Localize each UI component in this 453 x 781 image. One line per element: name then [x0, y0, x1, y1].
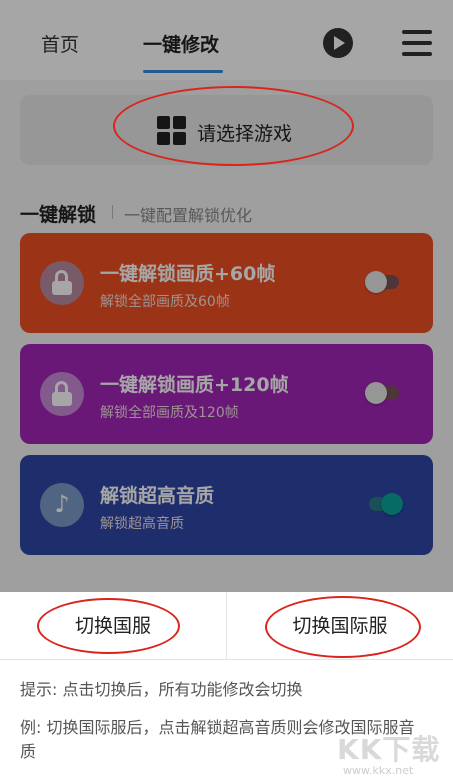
annotation-circle — [113, 86, 354, 166]
watermark-url: www.kkx.net — [343, 764, 414, 777]
watermark-text: KK下载 — [337, 733, 441, 766]
annotation-circle — [265, 596, 421, 658]
sheet-tip-text: 提示: 点击切换后，所有功能修改会切换 — [20, 680, 303, 699]
watermark-logo: KK下载 www.kkx.net — [337, 728, 453, 781]
annotation-circle — [37, 598, 180, 654]
